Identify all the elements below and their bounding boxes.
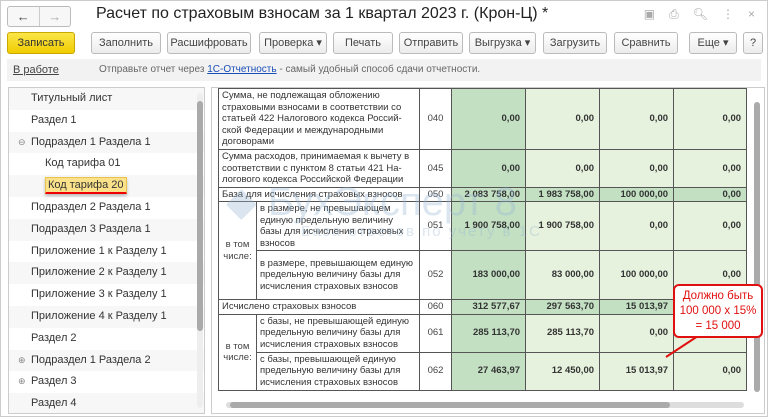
annotation-callout: Должно быть 100 000 х 15% = 15 000	[673, 284, 763, 338]
callout-line: Должно быть	[682, 290, 754, 302]
callout-line: 100 000 х 15%	[679, 305, 757, 317]
window: ← → Расчет по страховым взносам за 1 ква…	[0, 0, 768, 417]
callout-line: = 15 000	[695, 320, 741, 332]
callout-pointer	[665, 333, 702, 358]
